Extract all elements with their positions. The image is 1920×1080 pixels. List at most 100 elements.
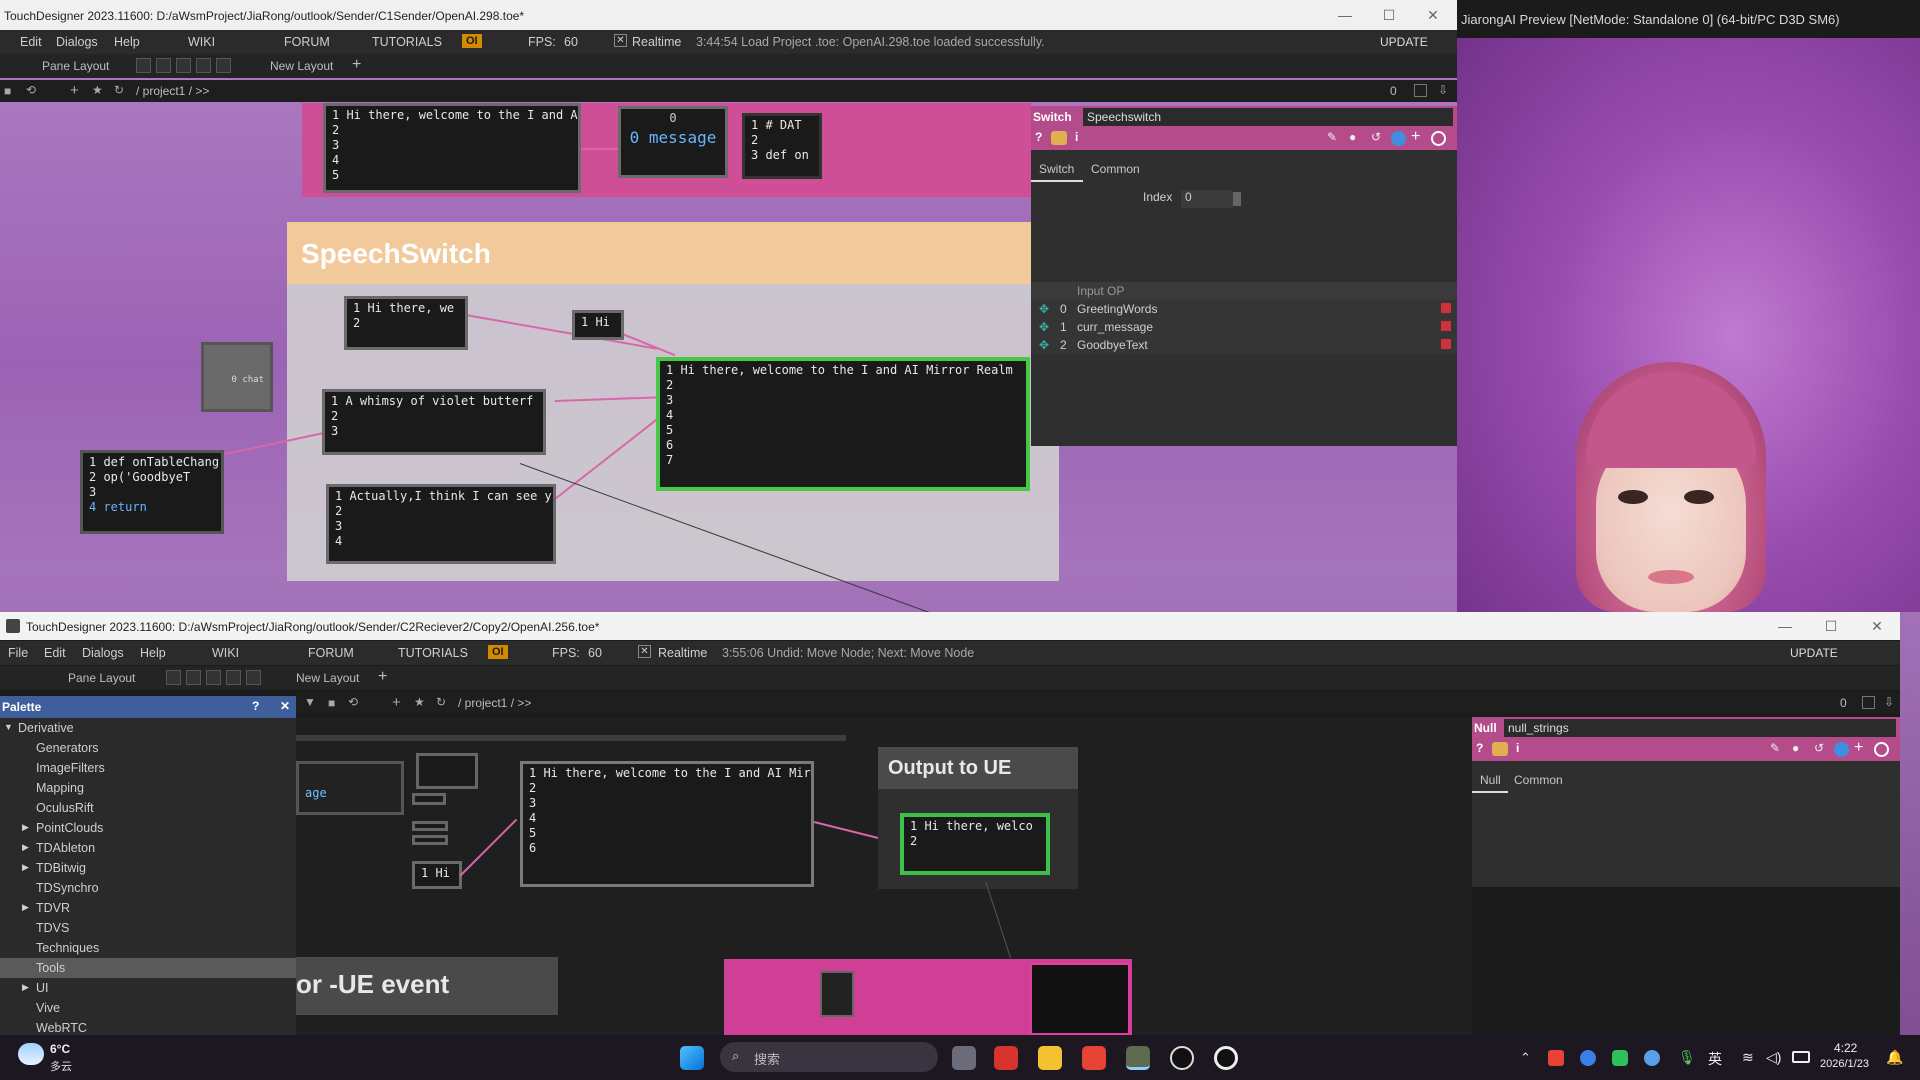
input-name[interactable]: GreetingWords — [1077, 302, 1157, 316]
maximize-icon[interactable]: ☐ — [1822, 617, 1840, 635]
oi-badge[interactable]: OI — [462, 34, 482, 48]
notification-icon[interactable]: 🔔 — [1886, 1049, 1903, 1066]
star-icon[interactable]: ★ — [414, 695, 425, 709]
python-icon[interactable] — [1051, 131, 1067, 145]
update-button[interactable]: UPDATE — [1380, 35, 1428, 49]
menu-help[interactable]: Help — [114, 35, 140, 49]
palette-item[interactable]: Tools — [0, 958, 296, 978]
dropdown-icon[interactable]: ▼ — [304, 695, 316, 709]
table-node-icon[interactable] — [416, 753, 478, 789]
update-button[interactable]: UPDATE — [1790, 646, 1838, 660]
output-viewer-node[interactable] — [1030, 963, 1130, 1035]
tray-expand-icon[interactable]: ⌃ — [1520, 1050, 1531, 1066]
tab-common[interactable]: Common — [1091, 162, 1140, 176]
link-wiki[interactable]: WIKI — [188, 35, 215, 49]
tray-wps-icon[interactable] — [1548, 1050, 1564, 1066]
close-icon[interactable]: ✕ — [1868, 617, 1886, 635]
expand-arrow-icon[interactable]: ▶ — [22, 902, 29, 913]
clock-date[interactable]: 2026/1/23 — [1820, 1058, 1869, 1070]
youdao-icon[interactable] — [994, 1046, 1018, 1070]
dat-callback-code[interactable]: 1 # DAT 2 3 def on — [742, 113, 822, 179]
op-name-field[interactable]: null_strings — [1504, 719, 1896, 737]
stacked-node[interactable] — [412, 793, 446, 805]
bottom-window-titlebar[interactable]: TouchDesigner 2023.11600: D:/aWsmProject… — [0, 612, 1900, 640]
new-layout-label[interactable]: New Layout — [270, 59, 333, 73]
wps-icon[interactable] — [1082, 1046, 1106, 1070]
layout-single-icon[interactable] — [166, 670, 181, 685]
drag-handle-icon[interactable]: ✥ — [1039, 320, 1049, 334]
help-icon[interactable]: ? — [1476, 741, 1483, 755]
layout-grid-icon[interactable] — [216, 58, 231, 73]
info-icon[interactable]: i — [1075, 130, 1078, 144]
expand-arrow-icon[interactable]: ▶ — [22, 982, 29, 993]
add-param-icon[interactable]: + — [1854, 739, 1863, 757]
palette-item[interactable]: ▶ PointClouds — [0, 818, 296, 838]
oi-badge[interactable]: OI — [488, 645, 508, 659]
menu-edit[interactable]: Edit — [44, 646, 66, 660]
index-slider-handle[interactable] — [1233, 192, 1241, 206]
drag-handle-icon[interactable]: ✥ — [1039, 338, 1049, 352]
menu-help[interactable]: Help — [140, 646, 166, 660]
layout-single-icon[interactable] — [136, 58, 151, 73]
microphone-icon[interactable]: 🎙 — [1678, 1049, 1696, 1066]
drag-handle-icon[interactable]: ✥ — [1039, 302, 1049, 316]
target-icon[interactable] — [1431, 131, 1446, 146]
expand-arrow-icon[interactable]: ▶ — [22, 862, 29, 873]
chat-node[interactable]: 0 chat — [201, 342, 273, 412]
record-icon[interactable] — [1214, 1046, 1238, 1070]
script-node[interactable] — [820, 971, 854, 1017]
back-icon[interactable]: ⟲ — [26, 83, 36, 97]
expand-arrow-icon[interactable]: ▼ — [4, 722, 13, 732]
reset-icon[interactable]: ↺ — [1814, 741, 1824, 755]
palette-item[interactable]: Vive — [0, 998, 296, 1018]
dat-output-strings[interactable]: 1 Hi there, welco 2 — [900, 813, 1050, 875]
dat-left-node[interactable]: age — [296, 761, 404, 815]
add-layout-icon[interactable]: + — [352, 56, 361, 74]
layout-quad-icon[interactable] — [226, 670, 241, 685]
add-icon[interactable]: + — [392, 694, 401, 711]
weather-icon[interactable] — [18, 1043, 44, 1065]
palette-help-icon[interactable]: ? — [252, 699, 259, 713]
language-icon[interactable] — [1391, 131, 1406, 146]
dat-welcome-top[interactable]: 1 Hi there, welcome to the I and AI 2 3 … — [323, 103, 581, 193]
layout-quad-icon[interactable] — [196, 58, 211, 73]
palette-item[interactable]: ▶ TDBitwig — [0, 858, 296, 878]
task-view-icon[interactable] — [952, 1046, 976, 1070]
input-row-0[interactable]: ✥ 0 GreetingWords — [1031, 300, 1457, 318]
info-icon[interactable]: i — [1516, 741, 1519, 755]
minimize-icon[interactable]: — — [1776, 617, 1794, 635]
comment-icon[interactable]: ● — [1349, 130, 1356, 144]
help-icon[interactable]: ? — [1035, 130, 1042, 144]
palette-item[interactable]: ▶ UI — [0, 978, 296, 998]
maximize-pane-icon[interactable] — [1862, 696, 1875, 709]
edit-icon[interactable]: ✎ — [1327, 130, 1337, 144]
link-tutorials[interactable]: TUTORIALS — [372, 35, 442, 49]
palette-item[interactable]: Generators — [0, 738, 296, 758]
dat-hi-small[interactable]: 1 Hi — [572, 310, 624, 340]
pane-layout-label[interactable]: Pane Layout — [68, 671, 135, 685]
wifi-icon[interactable]: ≋ — [1742, 1049, 1754, 1066]
tab-switch[interactable]: Switch — [1039, 162, 1074, 176]
bottom-network-editor[interactable]: age 1 Hi 1 Hi there, welcome to the I an… — [296, 717, 1472, 1035]
start-windows-icon[interactable] — [680, 1046, 704, 1070]
palette-item[interactable]: Techniques — [0, 938, 296, 958]
edit-icon[interactable]: ✎ — [1770, 741, 1780, 755]
file-explorer-icon[interactable] — [1038, 1046, 1062, 1070]
menu-dialogs[interactable]: Dialogs — [56, 35, 98, 49]
link-tutorials[interactable]: TUTORIALS — [398, 646, 468, 660]
dat-hi[interactable]: 1 Hi — [412, 861, 462, 889]
palette-item[interactable]: TDSynchro — [0, 878, 296, 898]
taskbar-search[interactable]: ⌕ 搜索 — [720, 1042, 938, 1072]
link-forum[interactable]: FORUM — [284, 35, 330, 49]
remove-input-icon[interactable] — [1441, 339, 1451, 349]
target-icon[interactable] — [1874, 742, 1889, 757]
realtime-checkbox[interactable]: ✕ — [614, 34, 627, 47]
dat-welcome-bottom[interactable]: 1 Hi there, welcome to the I and AI Mir … — [520, 761, 814, 887]
link-wiki[interactable]: WIKI — [212, 646, 239, 660]
minimize-icon[interactable]: — — [1336, 6, 1354, 24]
remove-input-icon[interactable] — [1441, 303, 1451, 313]
tab-null[interactable]: Null — [1480, 773, 1501, 787]
bottom-parameter-panel[interactable]: Null null_strings ? i ✎ ● ↺ + Null Commo… — [1472, 717, 1900, 887]
input-row-1[interactable]: ✥ 1 curr_message — [1031, 318, 1457, 336]
maximize-icon[interactable]: ☐ — [1380, 6, 1398, 24]
